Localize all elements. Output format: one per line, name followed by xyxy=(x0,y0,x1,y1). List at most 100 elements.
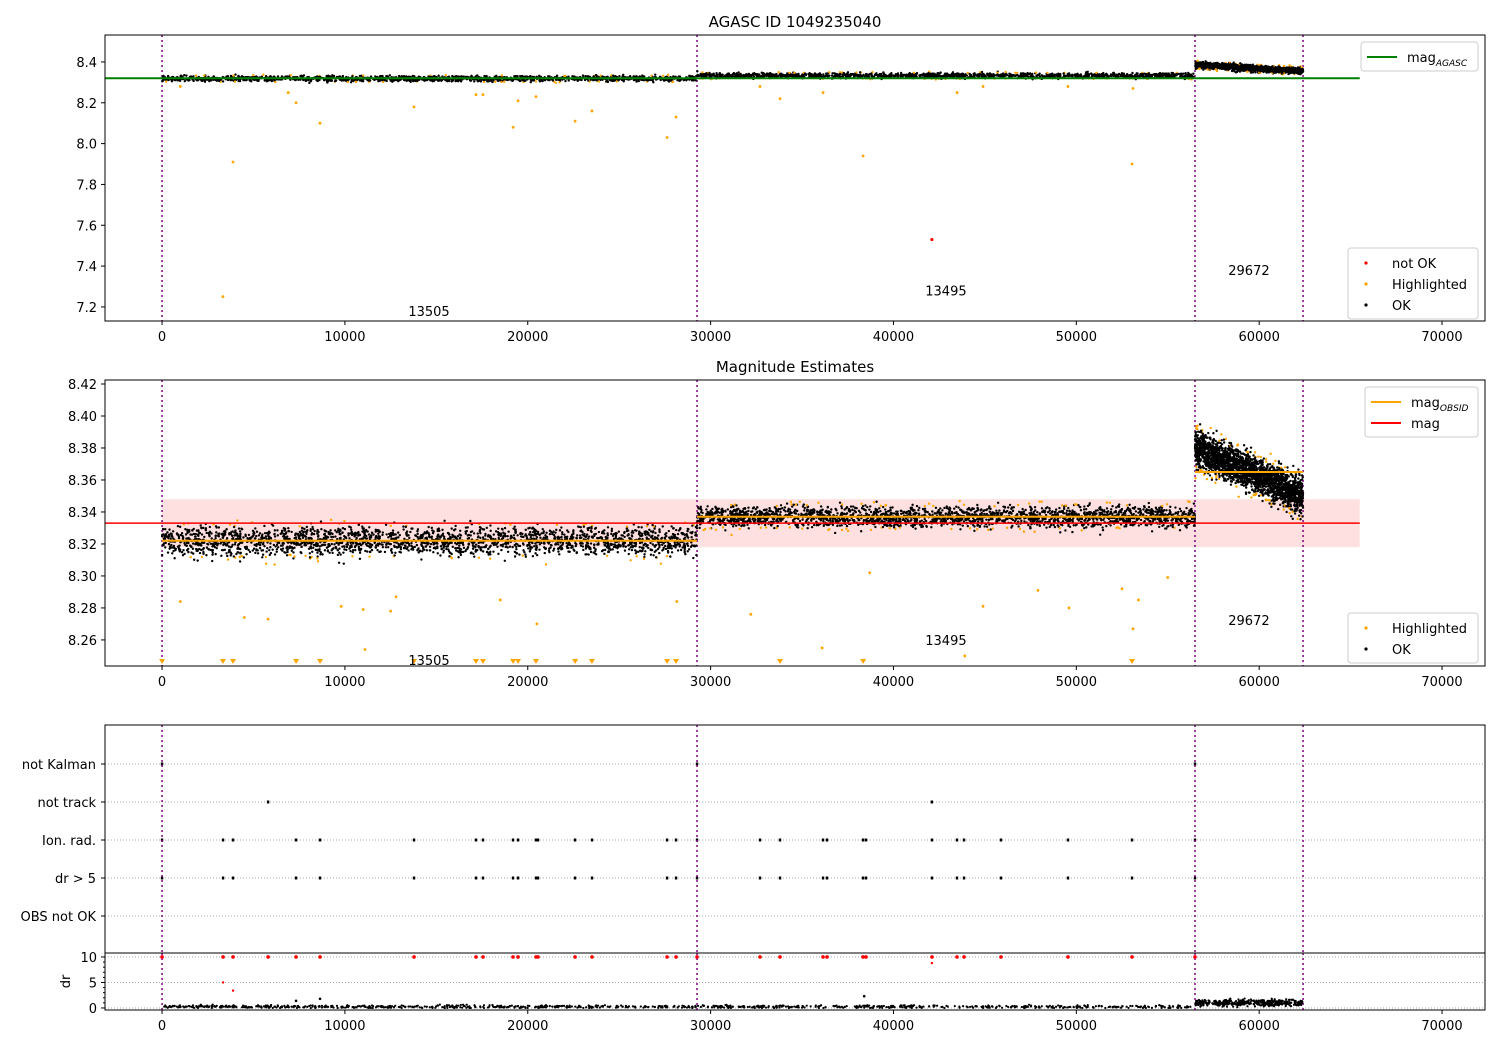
ok-point xyxy=(696,73,699,77)
ok-point xyxy=(1041,74,1044,77)
highlighted-point xyxy=(793,71,796,75)
ok-point xyxy=(652,81,655,84)
ok-point xyxy=(531,554,535,558)
ok-point xyxy=(835,74,838,77)
ok-point xyxy=(1256,69,1260,72)
ok-point xyxy=(874,73,878,77)
ok-point xyxy=(1298,70,1301,74)
highlighted-point xyxy=(304,554,307,557)
highlighted-point xyxy=(788,71,791,75)
ok-point xyxy=(1178,72,1182,76)
ok-point xyxy=(635,80,638,83)
ok-point xyxy=(472,532,476,535)
highlighted-point xyxy=(351,555,354,558)
legend-subscript: AGASC xyxy=(1435,59,1468,69)
ok-point xyxy=(459,79,463,83)
ok-point xyxy=(1245,64,1248,67)
x-tick-label: 20000 xyxy=(507,675,548,690)
ok-point xyxy=(1287,72,1291,76)
ok-point xyxy=(433,75,436,78)
highlighted-point xyxy=(477,556,481,560)
ok-point xyxy=(1159,72,1162,75)
ok-point xyxy=(691,75,694,78)
ok-point xyxy=(786,74,789,78)
ok-point xyxy=(497,527,500,530)
ok-point xyxy=(497,536,500,540)
highlighted-point xyxy=(481,93,485,97)
highlighted-point xyxy=(1066,85,1070,88)
ok-point xyxy=(437,74,440,77)
highlighted-point xyxy=(1246,70,1249,73)
ok-point xyxy=(1207,64,1211,67)
ok-point xyxy=(886,74,890,78)
ok-point xyxy=(762,72,766,75)
ok-point xyxy=(538,80,542,83)
highlighted-point xyxy=(221,295,225,299)
panel-1: 7.27.47.67.88.08.28.40 10000 20000 30000 400… xyxy=(76,13,1486,345)
ok-point xyxy=(1133,74,1137,78)
ok-point xyxy=(688,74,691,78)
ok-point xyxy=(311,550,314,554)
ok-point xyxy=(232,525,236,529)
ok-point xyxy=(185,74,188,77)
highlighted-point xyxy=(252,73,255,77)
highlighted-point xyxy=(821,91,825,94)
ok-point xyxy=(287,526,290,530)
ok-point xyxy=(1300,67,1303,71)
highlighted-point xyxy=(482,80,486,84)
ok-point xyxy=(1204,62,1207,65)
ok-point xyxy=(1192,72,1195,75)
ok-point xyxy=(548,532,552,536)
ok-point xyxy=(252,547,256,550)
ok-point xyxy=(803,72,807,75)
ok-point xyxy=(451,74,454,78)
ok-point xyxy=(801,73,804,76)
highlighted-point xyxy=(661,74,665,78)
ok-point xyxy=(796,74,799,77)
ok-point xyxy=(217,526,221,529)
ok-point xyxy=(1260,67,1264,71)
ok-point xyxy=(503,526,507,530)
ok-point xyxy=(1146,73,1150,76)
ok-point xyxy=(1154,74,1157,77)
y-tick-label: 8.28 xyxy=(68,602,97,617)
ok-point xyxy=(257,79,260,82)
highlighted-point xyxy=(534,95,538,99)
ok-point xyxy=(827,74,831,77)
ok-point xyxy=(544,534,547,537)
ok-point xyxy=(368,79,372,82)
highlighted-point xyxy=(500,74,504,77)
highlighted-point xyxy=(318,121,322,125)
highlighted-point xyxy=(777,71,780,74)
ok-point xyxy=(927,71,930,75)
ok-point xyxy=(1263,68,1266,71)
x-tick-label: 0 xyxy=(158,675,166,690)
ok-point xyxy=(862,73,865,77)
highlighted-point xyxy=(563,74,566,78)
ok-point xyxy=(1230,69,1234,73)
ok-point xyxy=(519,74,522,78)
highlighted-point xyxy=(231,160,235,164)
ok-point xyxy=(843,74,847,77)
ok-point xyxy=(1240,64,1244,68)
highlighted-point xyxy=(912,71,916,74)
ok-point xyxy=(476,74,479,77)
ok-point xyxy=(271,548,274,551)
y-tick-label: 8.38 xyxy=(68,442,97,457)
ok-point xyxy=(1229,65,1232,68)
ok-point xyxy=(1278,69,1282,72)
ok-point xyxy=(479,536,482,540)
highlighted-point xyxy=(289,74,292,77)
ok-point xyxy=(694,79,697,82)
ok-point xyxy=(275,548,279,551)
ok-point xyxy=(555,528,558,532)
ok-point xyxy=(1079,73,1082,77)
legend-marker xyxy=(1364,282,1368,286)
ok-point xyxy=(1202,62,1205,65)
y-tick-label: 8.2 xyxy=(76,97,97,112)
highlighted-point xyxy=(511,125,515,129)
ok-point xyxy=(715,71,718,75)
ok-point xyxy=(1150,74,1153,78)
ok-point xyxy=(597,530,601,534)
highlighted-point xyxy=(650,74,653,77)
